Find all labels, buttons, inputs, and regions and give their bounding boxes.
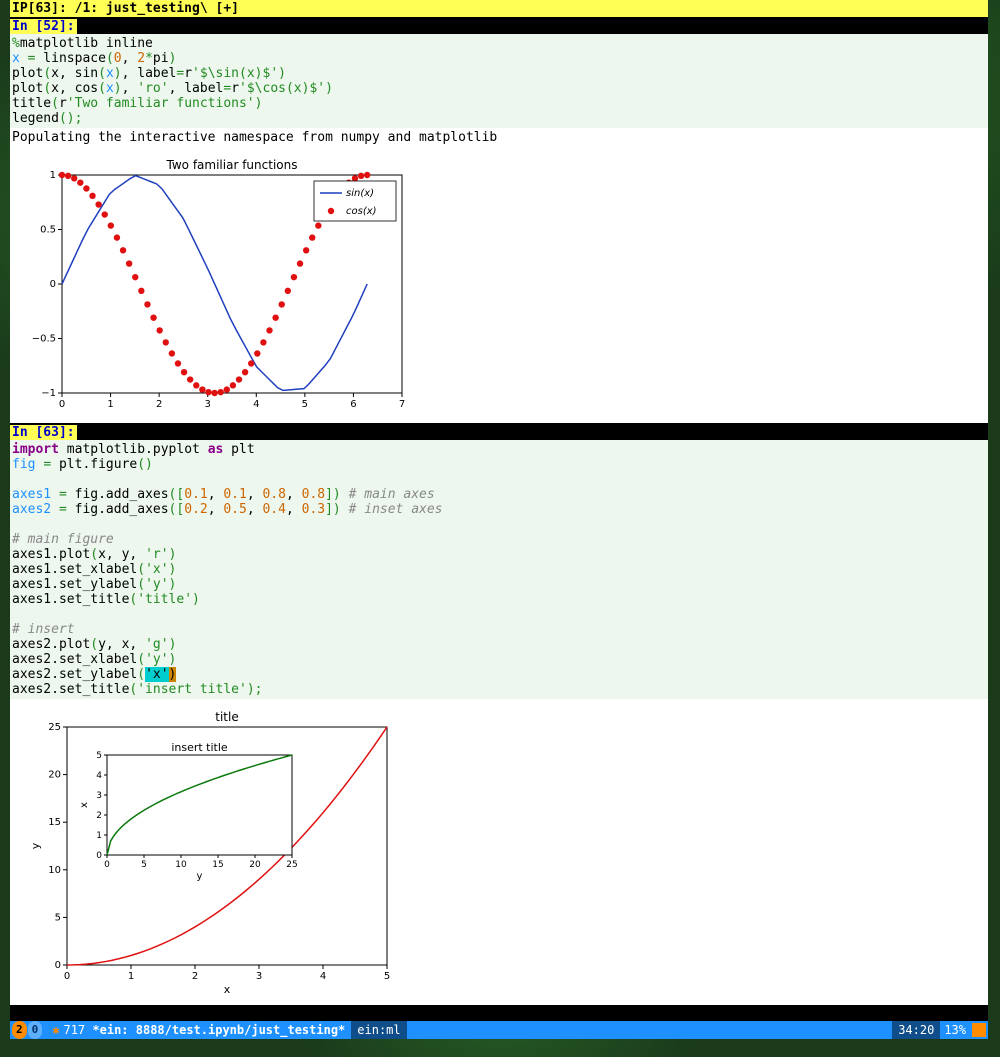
modeline-cursor-pos: 34:20 (892, 1021, 940, 1039)
cell-63-plot: 0 1 2 3 4 5 0 5 10 15 20 25 title x y 0 5 10 15 20 25 0 1 2 3 4 5 i… (10, 699, 988, 1005)
svg-text:1: 1 (128, 971, 134, 982)
svg-text:10: 10 (175, 860, 187, 870)
svg-text:2: 2 (192, 971, 198, 982)
chart-two-familiar-functions: 0 1 2 3 4 5 6 7 −1 −0.5 0 0.5 1 Two familiar function… (12, 155, 412, 415)
svg-text:4: 4 (253, 399, 259, 410)
svg-text:0: 0 (104, 860, 110, 870)
modeline-scroll-pct: 13% (944, 1021, 966, 1039)
code-cell-52[interactable]: %matplotlib inline x = linspace(0, 2*pi)… (10, 34, 988, 128)
svg-text:insert title: insert title (171, 741, 228, 754)
svg-text:5: 5 (384, 971, 390, 982)
svg-text:0: 0 (64, 971, 70, 982)
svg-text:1: 1 (50, 170, 56, 181)
svg-text:x: x (224, 983, 231, 996)
svg-text:4: 4 (320, 971, 326, 982)
svg-text:title: title (215, 710, 238, 724)
svg-text:−1: −1 (41, 388, 56, 399)
svg-text:5: 5 (141, 860, 147, 870)
window-titlebar: IP[63]: /1: just_testing\ [+] (10, 0, 988, 17)
svg-text:3: 3 (256, 971, 262, 982)
svg-text:1: 1 (96, 831, 102, 841)
modeline-line: 717 (63, 1021, 85, 1039)
cell-prompt-52: In [52]: (10, 19, 77, 34)
svg-text:−0.5: −0.5 (32, 334, 56, 345)
svg-text:Two familiar functions: Two familiar functions (166, 158, 298, 172)
modeline-major-mode: ein:ml (351, 1021, 406, 1039)
chart-title-with-inset: 0 1 2 3 4 5 0 5 10 15 20 25 title x y 0 5 10 15 20 25 0 1 2 3 4 5 i… (12, 707, 412, 997)
svg-text:5: 5 (96, 751, 102, 761)
svg-text:1: 1 (107, 399, 113, 410)
svg-text:7: 7 (399, 399, 405, 410)
svg-text:25: 25 (286, 860, 297, 870)
svg-text:x: x (79, 802, 90, 808)
modeline-workspace-badge: 2 (12, 1021, 27, 1039)
cell-52-plot: 0 1 2 3 4 5 6 7 −1 −0.5 0 0.5 1 Two familiar function… (10, 147, 988, 423)
svg-text:2: 2 (156, 399, 162, 410)
code-cell-63[interactable]: import matplotlib.pyplot as plt fig = pl… (10, 440, 988, 699)
svg-text:y: y (197, 871, 203, 882)
svg-text:20: 20 (48, 770, 61, 781)
svg-text:0.5: 0.5 (40, 225, 56, 236)
svg-text:25: 25 (48, 722, 61, 733)
svg-text:3: 3 (205, 399, 211, 410)
svg-text:2: 2 (96, 811, 102, 821)
svg-text:6: 6 (350, 399, 356, 410)
svg-text:5: 5 (302, 399, 308, 410)
svg-text:3: 3 (96, 791, 102, 801)
svg-text:0: 0 (50, 279, 56, 290)
cell-prompt-63: In [63]: (10, 425, 77, 440)
svg-text:15: 15 (212, 860, 223, 870)
svg-text:4: 4 (96, 771, 102, 781)
cell-52-stdout: Populating the interactive namespace fro… (10, 128, 988, 147)
modeline: 2 0 ✱ 717 *ein: 8888/test.ipynb/just_tes… (10, 1021, 988, 1039)
modeline-end-block (972, 1023, 986, 1037)
svg-text:5: 5 (55, 912, 61, 923)
svg-text:y: y (29, 842, 42, 849)
svg-text:0: 0 (55, 960, 61, 971)
svg-text:sin(x): sin(x) (346, 188, 374, 199)
svg-text:0: 0 (59, 399, 65, 410)
svg-text:20: 20 (249, 860, 261, 870)
svg-text:15: 15 (48, 817, 61, 828)
modified-star-icon: ✱ (52, 1021, 59, 1039)
svg-text:cos(x): cos(x) (346, 206, 377, 217)
emacs-window: IP[63]: /1: just_testing\ [+] In [52]: %… (10, 0, 988, 1039)
svg-text:10: 10 (48, 865, 61, 876)
notebook-content[interactable]: In [52]: %matplotlib inline x = linspace… (10, 17, 988, 1021)
modeline-buffer-name: *ein: 8888/test.ipynb/just_testing* (92, 1021, 345, 1039)
modeline-window-badge: 0 (28, 1021, 43, 1039)
svg-text:0: 0 (96, 851, 102, 861)
